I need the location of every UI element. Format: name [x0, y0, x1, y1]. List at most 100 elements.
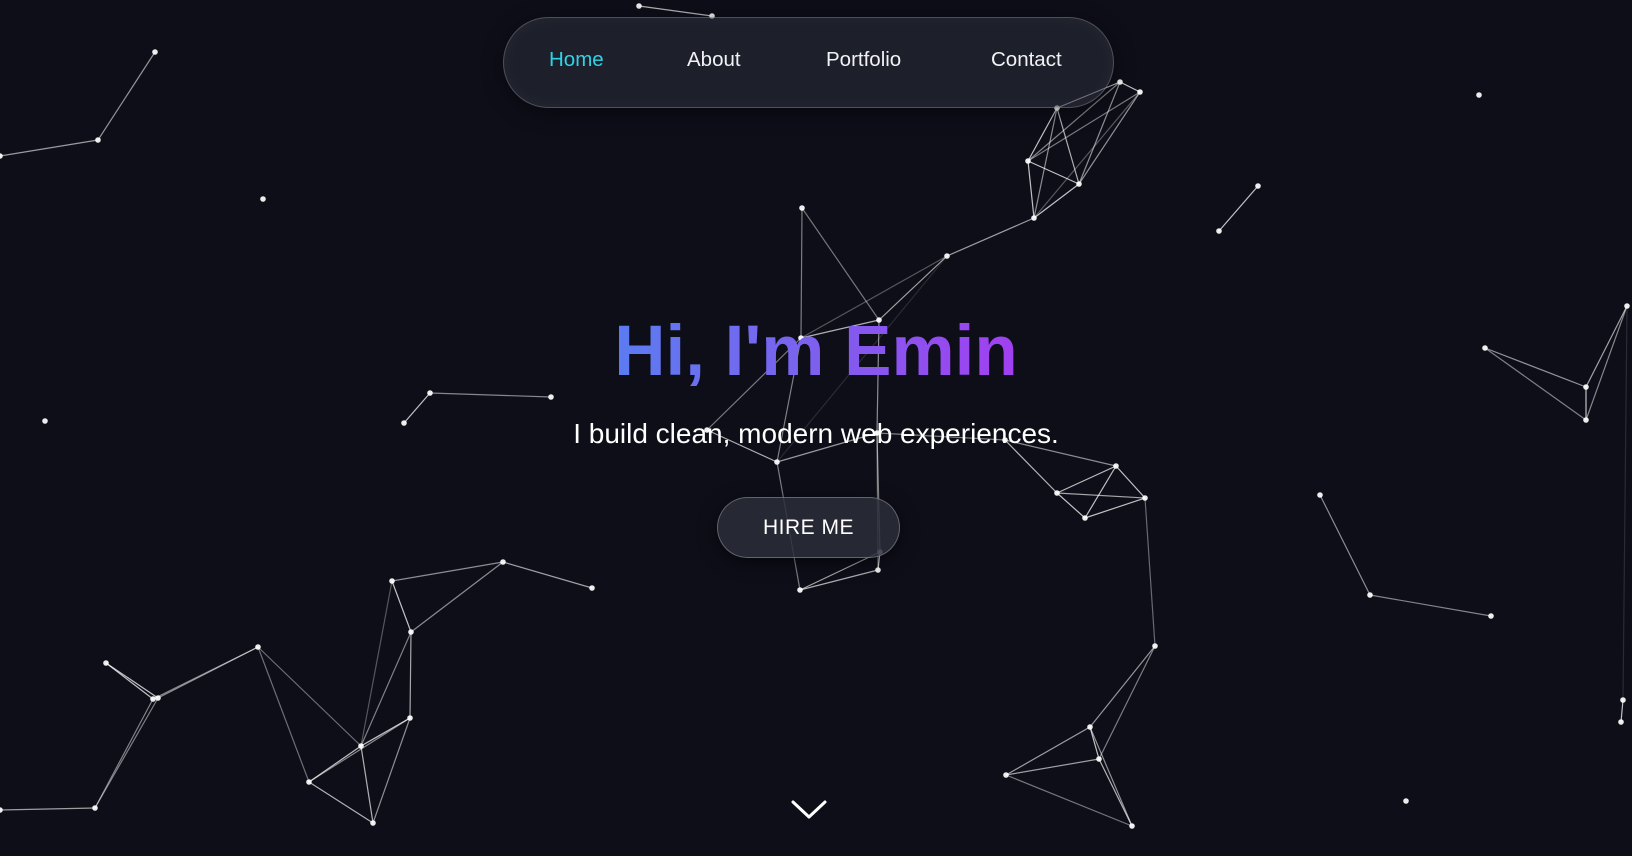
network-node [1003, 772, 1009, 778]
network-link [429, 392, 552, 398]
network-node [358, 743, 364, 749]
network-link [1115, 465, 1146, 499]
network-link [1056, 465, 1117, 494]
network-node [774, 459, 780, 465]
navbar: Home About Portfolio Contact [503, 17, 1114, 108]
network-node [1618, 719, 1624, 725]
network-link [1027, 160, 1035, 219]
network-link [1084, 497, 1146, 519]
network-node [799, 205, 805, 211]
network-link [801, 207, 880, 321]
hero-subtitle: I build clean, modern web experiences. [573, 418, 1059, 449]
network-node [389, 578, 395, 584]
nav-link-about[interactable]: About [687, 49, 741, 71]
network-node [1367, 592, 1373, 598]
network-node [103, 660, 109, 666]
network-node [1403, 798, 1409, 804]
chevron-down-icon[interactable] [790, 798, 828, 822]
network-link [391, 561, 504, 582]
network-link [1089, 645, 1156, 728]
network-link [1144, 497, 1156, 647]
network-node [589, 585, 595, 591]
network-link [105, 662, 159, 699]
network-link [946, 217, 1035, 257]
network-link [403, 392, 431, 424]
network-node [1255, 183, 1261, 189]
network-node [1317, 492, 1323, 498]
nav-link-contact[interactable]: Contact [991, 49, 1062, 71]
network-node [407, 715, 413, 721]
network-node [255, 644, 261, 650]
network-link [1319, 494, 1371, 596]
network-node [1082, 515, 1088, 521]
network-link [360, 580, 393, 747]
network-node [1076, 181, 1082, 187]
network-link [1620, 699, 1624, 723]
network-link [1033, 183, 1080, 219]
network-link [257, 646, 362, 747]
network-link [1119, 81, 1141, 93]
network-node [1142, 495, 1148, 501]
network-node [797, 587, 803, 593]
network-node [1216, 228, 1222, 234]
network-link [799, 569, 879, 591]
network-link [308, 717, 411, 783]
network-link [257, 646, 310, 783]
network-link [502, 561, 593, 589]
network-link [1027, 160, 1080, 185]
network-link [372, 717, 411, 824]
network-node [1137, 89, 1143, 95]
network-link [97, 51, 156, 141]
network-link [1089, 726, 1100, 760]
network-link [638, 5, 713, 17]
network-node [1620, 697, 1626, 703]
network-link [0, 139, 99, 157]
network-node [260, 196, 266, 202]
network-node [636, 3, 642, 9]
network-node [95, 137, 101, 143]
network-link [1078, 91, 1141, 185]
network-link [1369, 594, 1492, 617]
network-node [1152, 643, 1158, 649]
network-link [360, 631, 412, 747]
network-node [155, 695, 161, 701]
network-node [150, 696, 156, 702]
network-node [1476, 92, 1482, 98]
nav-link-home[interactable]: Home [549, 49, 604, 71]
hire-me-button[interactable]: HIRE ME [717, 497, 900, 558]
network-link [308, 781, 374, 824]
network-node [0, 807, 3, 813]
page-root: Home About Portfolio Contact Hi, I'm Emi… [0, 0, 1632, 856]
network-link [391, 580, 412, 633]
network-node [0, 153, 3, 159]
network-link [94, 697, 159, 809]
network-node [500, 559, 506, 565]
network-node [427, 390, 433, 396]
network-node [1117, 79, 1123, 85]
network-link [1056, 492, 1146, 499]
network-link [1098, 758, 1133, 827]
network-link [409, 631, 412, 719]
network-link [360, 745, 374, 824]
network-node [408, 629, 414, 635]
network-node [944, 253, 950, 259]
network-node [1031, 215, 1037, 221]
network-link [0, 807, 96, 811]
hero-title: Hi, I'm Emin [0, 316, 1632, 387]
network-node [1096, 756, 1102, 762]
network-node [1087, 724, 1093, 730]
network-link [1084, 465, 1117, 519]
network-node [1624, 303, 1630, 309]
nav-link-portfolio[interactable]: Portfolio [826, 49, 901, 71]
network-node [875, 567, 881, 573]
network-node [1113, 463, 1119, 469]
network-link [1027, 107, 1058, 162]
network-node [152, 49, 158, 55]
network-link [1056, 492, 1086, 519]
network-link [410, 561, 504, 633]
hero-title-text: Hi, I'm Emin [614, 312, 1018, 391]
network-node [1025, 158, 1031, 164]
network-link [1033, 107, 1058, 219]
network-node [92, 805, 98, 811]
network-link [1098, 645, 1156, 760]
